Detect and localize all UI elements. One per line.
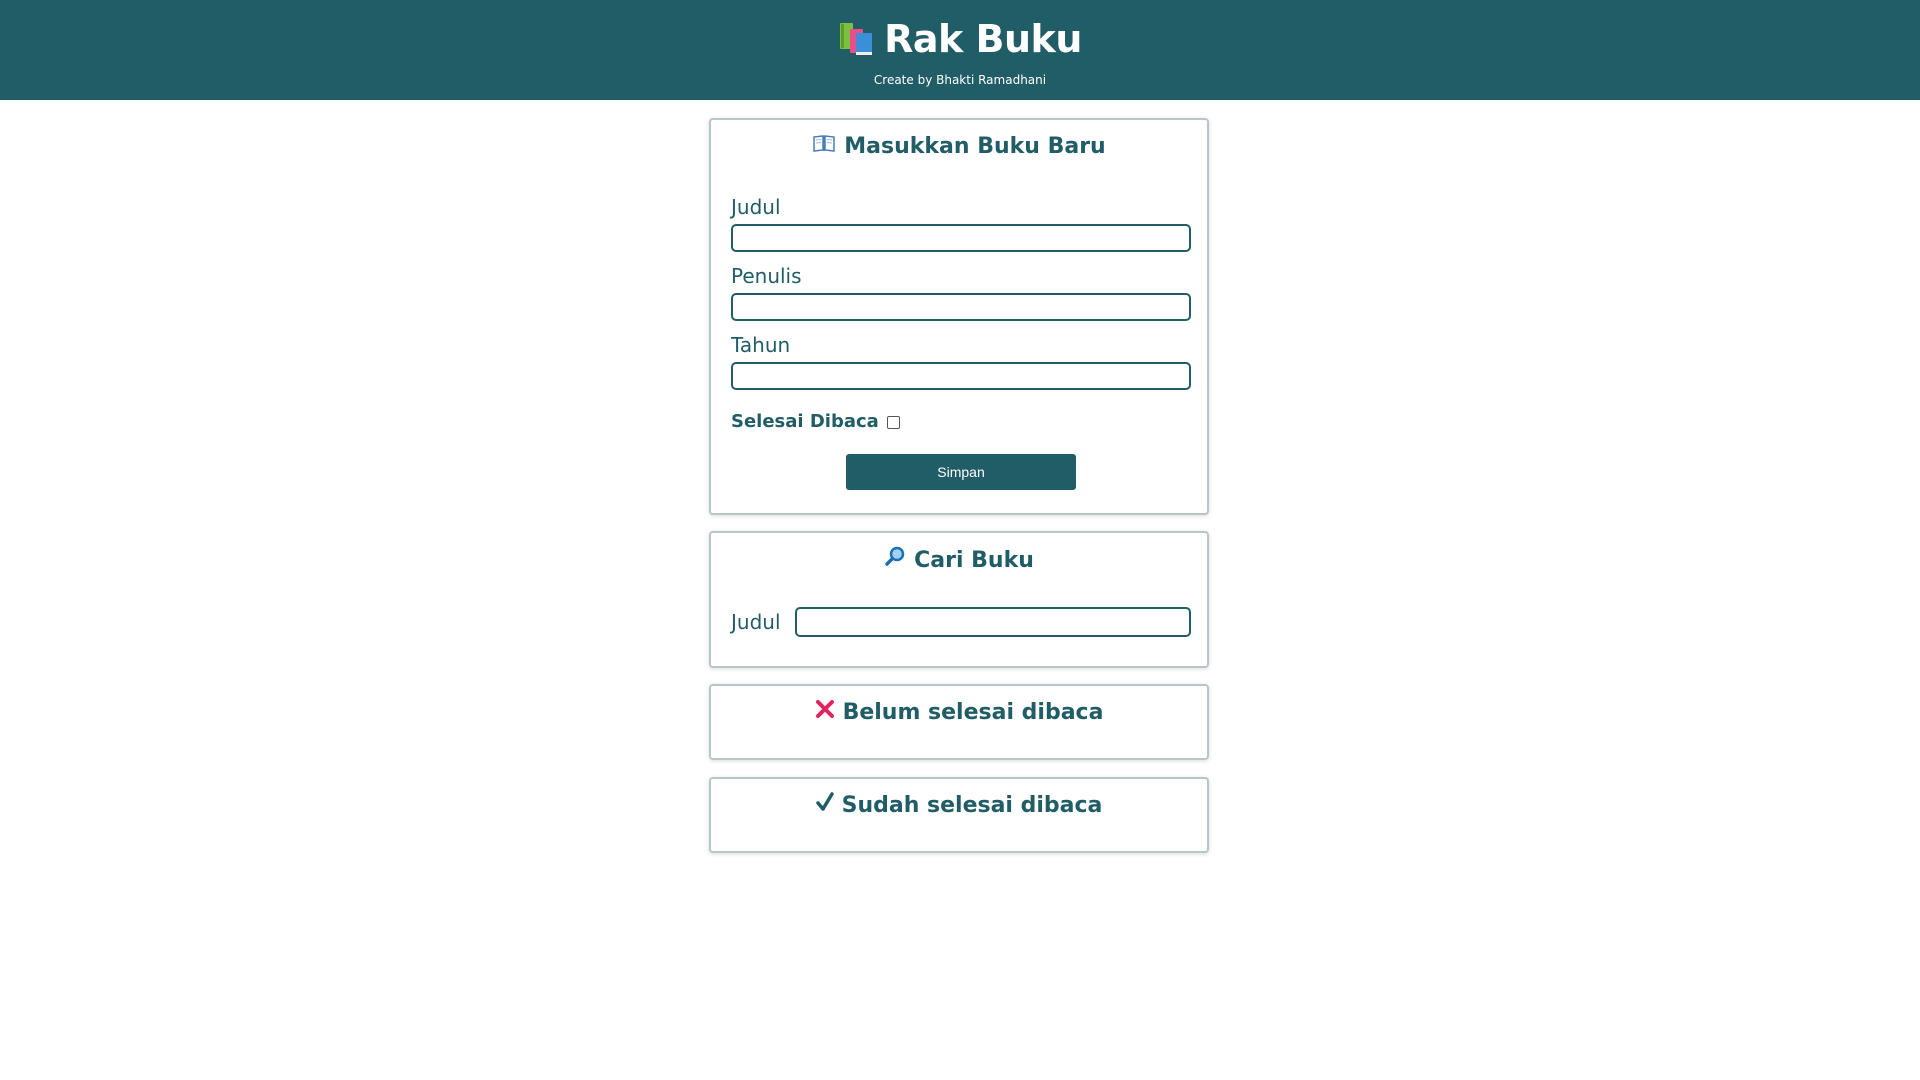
year-label: Tahun (731, 333, 791, 357)
app-subtitle: Create by Bhakti Ramadhani (873, 73, 1047, 87)
title-label: Judul (731, 195, 781, 219)
app-header: Rak Buku Create by Bhakti Ramadhani (0, 0, 1920, 100)
finished-title: Sudah selesai dibaca (841, 793, 1103, 818)
add-book-card: Masukkan Buku Baru Judul Penulis Tahun S… (709, 118, 1209, 515)
author-label: Penulis (731, 264, 802, 288)
search-title-input[interactable] (795, 607, 1191, 637)
finished-heading: Sudah selesai dibaca (711, 791, 1207, 821)
add-book-heading: Masukkan Buku Baru (711, 132, 1207, 162)
unfinished-shelf-card: Belum selesai dibaca (709, 684, 1209, 760)
open-book-icon (812, 132, 836, 162)
book-author-input[interactable] (731, 293, 1191, 321)
finished-checkbox[interactable] (886, 415, 900, 429)
unfinished-heading: Belum selesai dibaca (711, 698, 1207, 728)
magnifier-icon (884, 545, 906, 576)
brand: Rak Buku (0, 16, 1920, 62)
search-title: Cari Buku (914, 547, 1034, 573)
books-icon (838, 21, 876, 57)
search-card: Cari Buku Judul (709, 531, 1209, 668)
book-year-input[interactable] (731, 362, 1191, 390)
search-heading: Cari Buku (711, 545, 1207, 576)
finished-row: Selesai Dibaca (731, 410, 900, 434)
save-button[interactable]: Simpan (846, 454, 1076, 490)
unfinished-title: Belum selesai dibaca (842, 700, 1104, 725)
cross-mark-icon (815, 698, 835, 728)
book-title-input[interactable] (731, 224, 1191, 252)
finished-label: Selesai Dibaca (731, 411, 879, 432)
app-title: Rak Buku (884, 17, 1082, 61)
finished-shelf-card: Sudah selesai dibaca (709, 777, 1209, 853)
add-book-title: Masukkan Buku Baru (844, 134, 1106, 159)
check-mark-icon (815, 791, 834, 821)
search-title-label: Judul (731, 610, 781, 634)
